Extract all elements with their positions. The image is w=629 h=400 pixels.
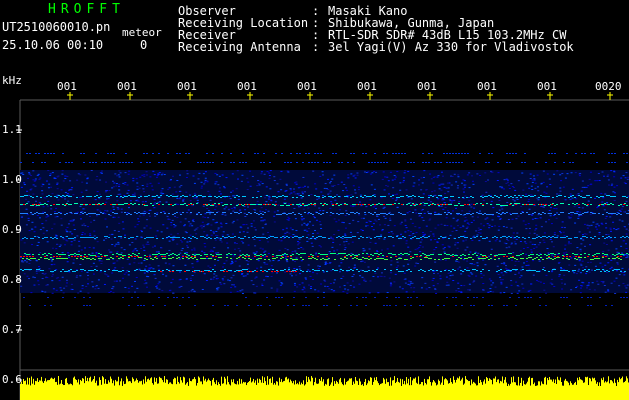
x-tick-label: 001 <box>417 80 437 93</box>
colon: : <box>312 40 320 54</box>
antenna-value: 3el Yagi(V) Az 330 for Vladivostok <box>328 40 574 54</box>
noise-band <box>20 153 629 306</box>
x-tick-label: 001 <box>357 80 377 93</box>
observation-datetime: 25.10.06 00:10 <box>2 38 104 52</box>
y-axis-unit: kHz <box>2 74 22 87</box>
amplitude-bar <box>20 376 629 400</box>
x-tick-label: 001 <box>177 80 197 93</box>
x-tick-label: 001 <box>297 80 317 93</box>
meteor-count: 0 <box>140 38 148 52</box>
x-tick-label: 001 <box>117 80 137 93</box>
y-tick-label: 0.8 <box>2 273 22 286</box>
y-tick-label: 1.1 <box>2 123 22 136</box>
y-tick-label: 0.7 <box>2 323 22 336</box>
file-name: UT2510060010.pn <box>2 20 111 34</box>
x-tick-label: 001 <box>237 80 257 93</box>
spectrogram <box>16 92 629 400</box>
x-tick-label: 0020 <box>595 80 622 93</box>
antenna-label: Receiving Antenna <box>178 40 301 54</box>
x-tick-label: 001 <box>537 80 557 93</box>
y-tick-label: 1.0 <box>2 173 22 186</box>
x-tick-label: 001 <box>477 80 497 93</box>
x-tick-label: 001 <box>57 80 77 93</box>
program-title: HROFFT <box>48 2 125 17</box>
y-tick-label: 0.9 <box>2 223 22 236</box>
y-tick-label: 0.6 <box>2 373 22 386</box>
